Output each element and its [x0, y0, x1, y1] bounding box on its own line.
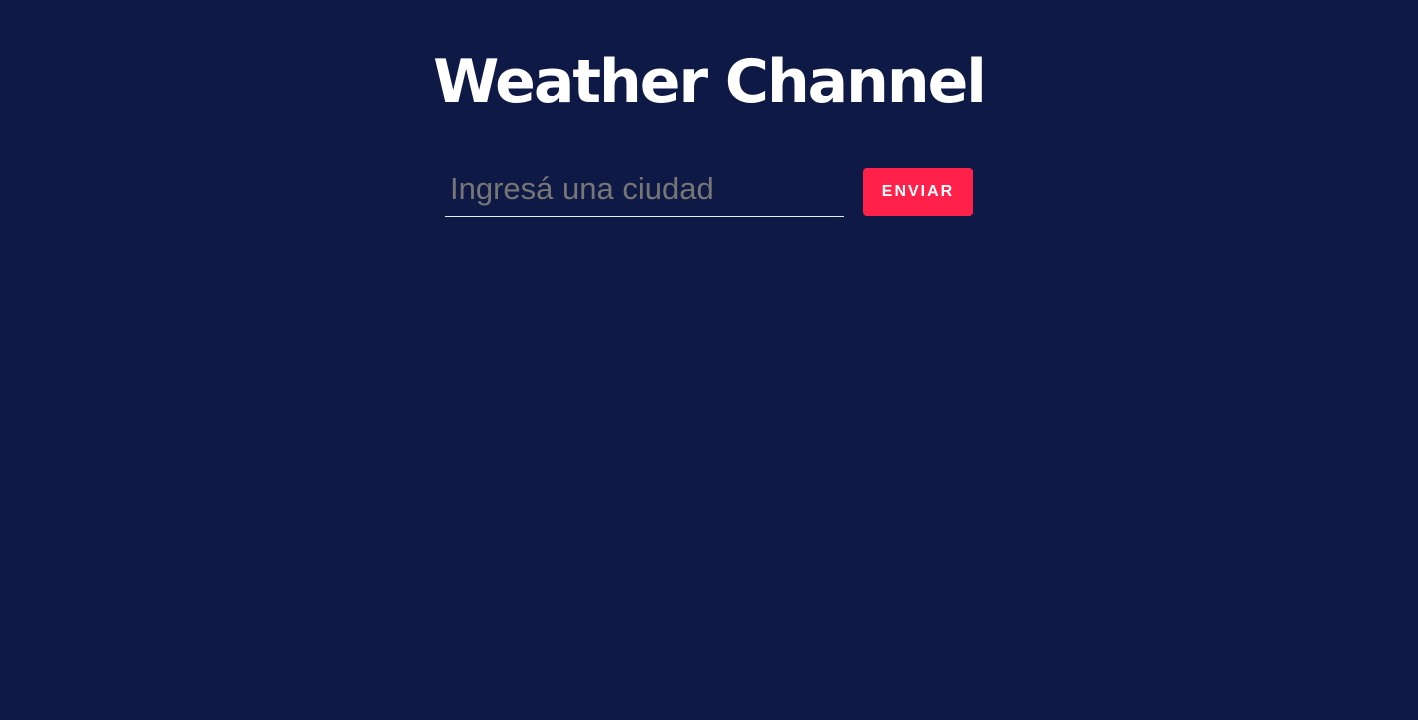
page-title: Weather Channel: [433, 47, 987, 117]
submit-button[interactable]: ENVIAR: [863, 168, 973, 216]
city-input[interactable]: [445, 162, 844, 217]
city-search-form: ENVIAR: [445, 162, 975, 218]
weather-app: Weather Channel ENVIAR: [0, 0, 1418, 720]
